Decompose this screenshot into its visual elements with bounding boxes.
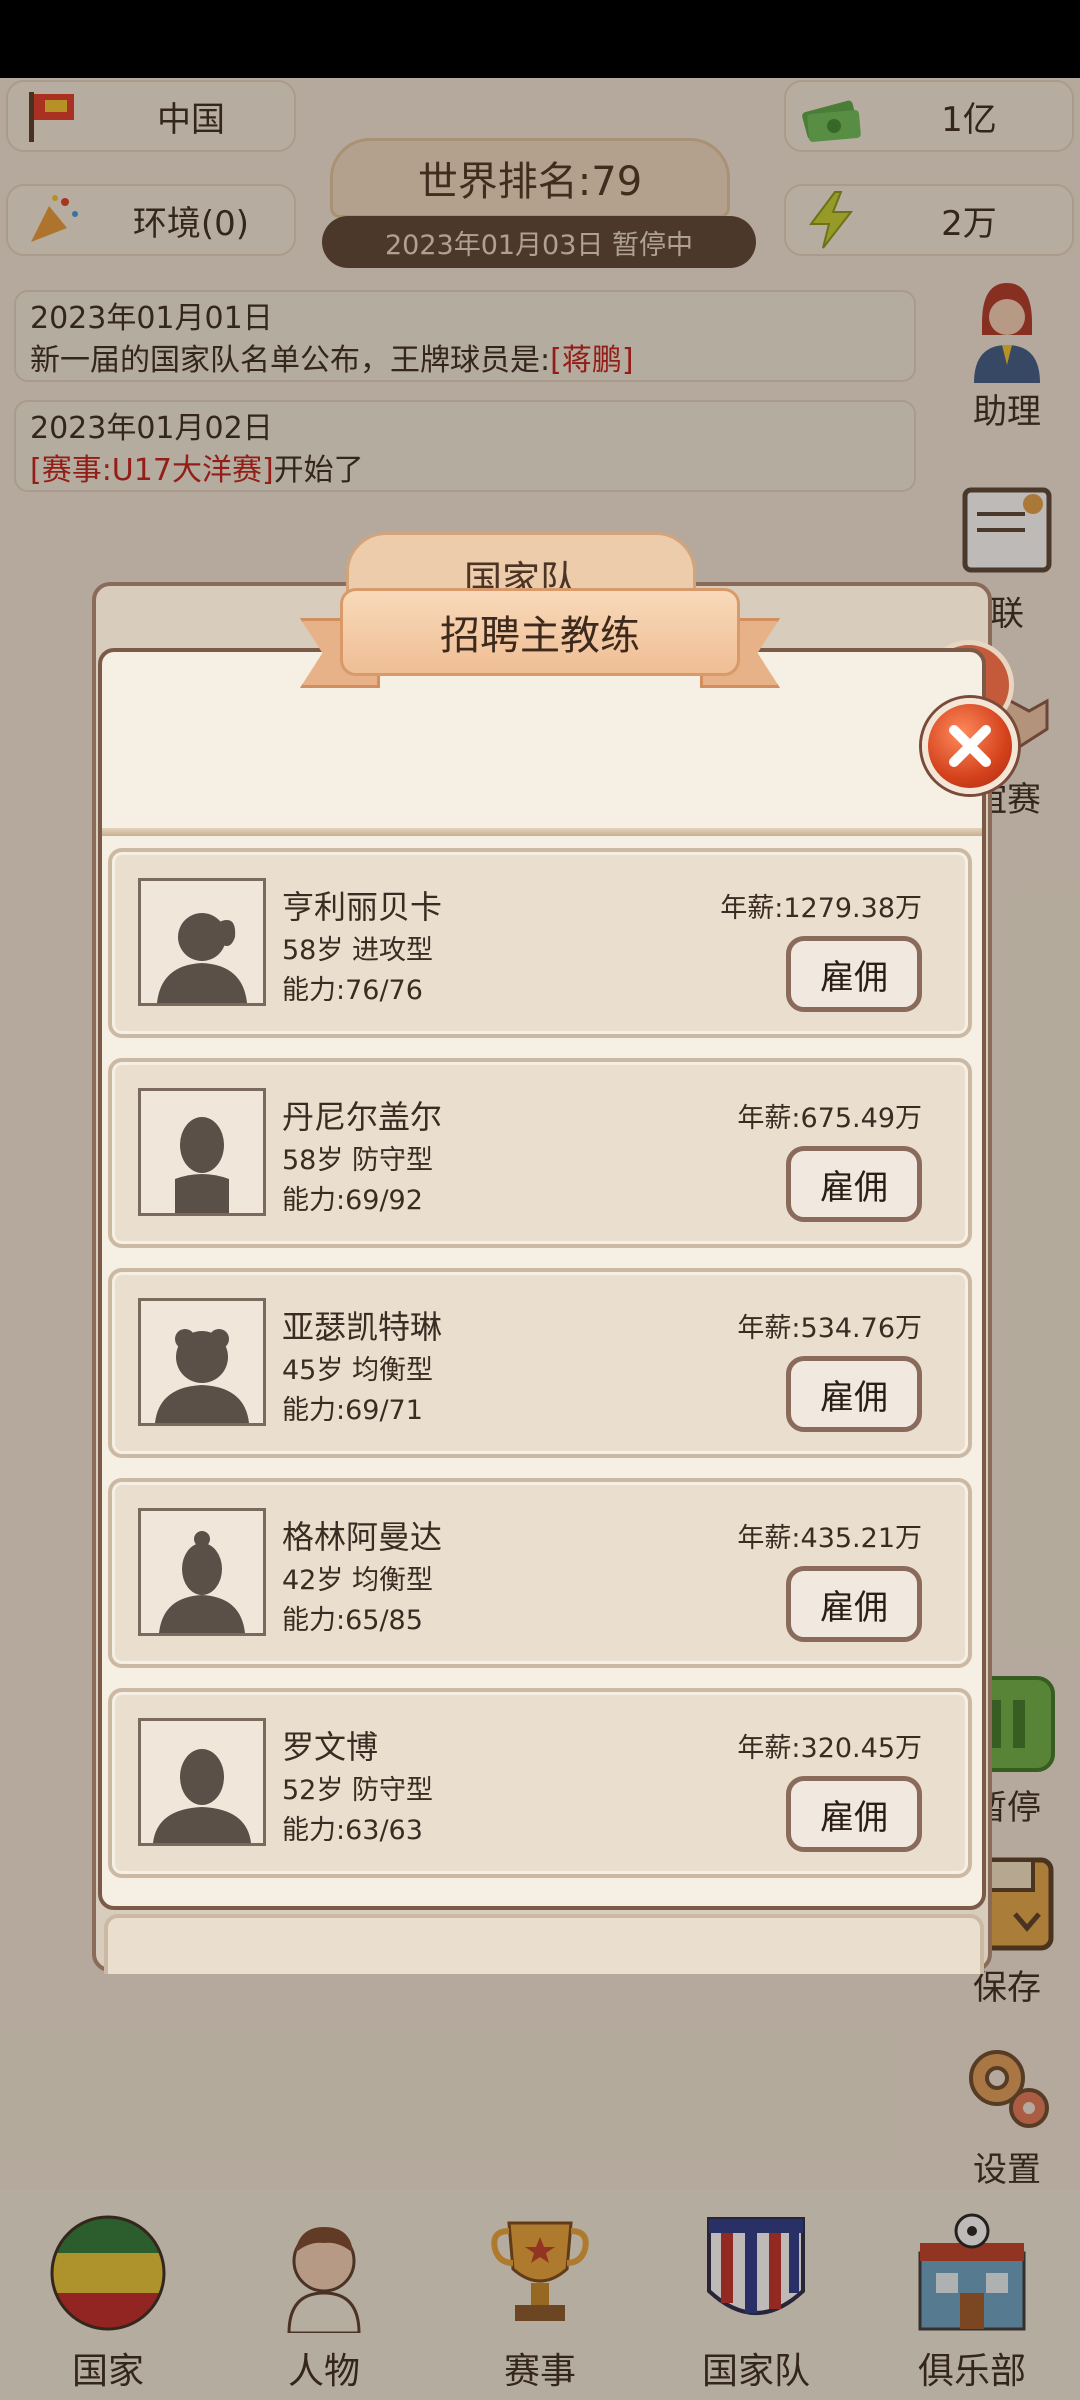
coach-avatar [138,1298,266,1426]
coach-avatar [138,1088,266,1216]
coach-name: 丹尼尔盖尔 [282,1098,443,1136]
coach-card: 丹尼尔盖尔 58岁 防守型 能力:69/92 年薪:675.49万 雇佣 [108,1058,972,1248]
coach-name: 亚瑟凯特琳 [282,1308,443,1346]
coach-salary: 年薪:435.21万 [737,1523,922,1554]
coach-name: 罗文博 [282,1728,379,1766]
coach-ability: 能力:69/92 [282,1185,423,1216]
coach-card: 亚瑟凯特琳 45岁 均衡型 能力:69/71 年薪:534.76万 雇佣 [108,1268,972,1458]
coach-avatar [138,1718,266,1846]
coach-ability: 能力:76/76 [282,975,423,1006]
coach-salary: 年薪:320.45万 [737,1733,922,1764]
hire-button[interactable]: 雇佣 [786,1356,922,1432]
hire-button[interactable]: 雇佣 [786,1566,922,1642]
dialog-title-ribbon: 招聘主教练 [300,588,780,688]
hire-button[interactable]: 雇佣 [786,1776,922,1852]
coach-card: 亨利丽贝卡 58岁 进攻型 能力:76/76 年薪:1279.38万 雇佣 [108,848,972,1038]
coach-name: 格林阿曼达 [282,1518,443,1556]
header-divider [102,828,982,836]
coach-age-style: 58岁 防守型 [282,1145,433,1176]
coach-ability: 能力:69/71 [282,1395,423,1426]
coach-age-style: 58岁 进攻型 [282,935,433,966]
close-icon[interactable] [922,698,1018,794]
coach-card: 格林阿曼达 42岁 均衡型 能力:65/85 年薪:435.21万 雇佣 [108,1478,972,1668]
coach-salary: 年薪:534.76万 [737,1313,922,1344]
hire-button[interactable]: 雇佣 [786,936,922,1012]
coach-age-style: 45岁 均衡型 [282,1355,433,1386]
coach-ability: 能力:63/63 [282,1815,423,1846]
coach-age-style: 42岁 均衡型 [282,1565,433,1596]
coach-avatar [138,1508,266,1636]
hire-button[interactable]: 雇佣 [786,1146,922,1222]
coach-name: 亨利丽贝卡 [282,888,443,926]
coach-salary: 年薪:1279.38万 [720,893,922,924]
coach-avatar [138,878,266,1006]
coach-card: 罗文博 52岁 防守型 能力:63/63 年薪:320.45万 雇佣 [108,1688,972,1878]
game-screen: 中国 环境(0) 1亿 2万 世界排名:79 2023年01月03日 暂停中 2… [0,78,1080,2400]
coach-card-partial [104,1914,984,1974]
dialog-title: 招聘主教练 [340,588,740,676]
coach-salary: 年薪:675.49万 [737,1103,922,1134]
coach-list[interactable]: 亨利丽贝卡 58岁 进攻型 能力:76/76 年薪:1279.38万 雇佣 丹尼… [102,848,982,1898]
coach-age-style: 52岁 防守型 [282,1775,433,1806]
coach-ability: 能力:65/85 [282,1605,423,1636]
hire-coach-dialog: 亨利丽贝卡 58岁 进攻型 能力:76/76 年薪:1279.38万 雇佣 丹尼… [98,648,986,1910]
